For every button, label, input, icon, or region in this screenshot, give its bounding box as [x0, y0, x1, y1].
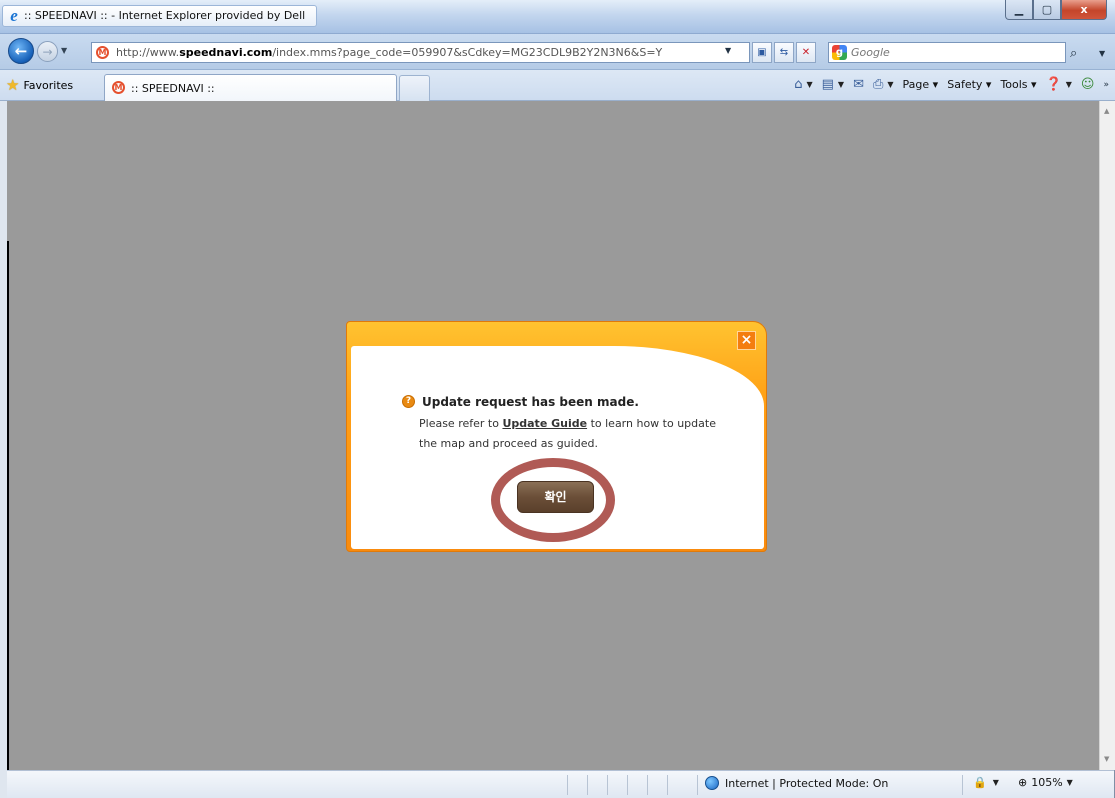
google-icon: g	[832, 45, 847, 60]
search-options-dropdown-icon[interactable]: ▼	[1099, 49, 1105, 58]
feeds-icon[interactable]: ▤	[822, 77, 834, 92]
history-dropdown-icon[interactable]: ▼	[61, 46, 67, 55]
compatibility-view-button[interactable]: ▣	[752, 42, 772, 63]
search-placeholder[interactable]: Google	[851, 46, 890, 59]
favorites-button[interactable]: ★ Favorites	[6, 75, 73, 95]
status-divider	[697, 775, 698, 795]
home-dropdown-icon[interactable]: ▼	[806, 80, 812, 89]
zoom-icon: ⊕	[1018, 776, 1028, 789]
star-icon: ★	[6, 76, 20, 94]
new-tab-button[interactable]	[399, 75, 430, 101]
status-divider	[667, 775, 668, 795]
address-bar[interactable]: M http://www.speednavi.com/index.mms?pag…	[91, 42, 750, 63]
content-edge-line	[7, 241, 9, 770]
status-divider	[962, 775, 963, 795]
more-chevron-icon[interactable]: »	[1103, 80, 1109, 90]
tools-menu[interactable]: Tools ▾	[1000, 78, 1036, 91]
arrow-right-icon: →	[42, 44, 53, 59]
close-window-button[interactable]: x	[1061, 0, 1107, 20]
dialog-close-button[interactable]: ×	[737, 331, 756, 350]
help-dropdown-icon[interactable]: ▼	[1066, 80, 1072, 89]
url-text[interactable]: http://www.speednavi.com/index.mms?page_…	[116, 46, 662, 59]
title-bar: e :: SPEEDNAVI :: - Internet Explorer pr…	[0, 0, 1115, 34]
update-guide-link[interactable]: Update Guide	[502, 417, 587, 430]
stop-button[interactable]: ✕	[796, 42, 816, 63]
globe-icon	[705, 776, 719, 790]
search-box[interactable]: g Google	[828, 42, 1066, 63]
address-dropdown-icon[interactable]: ▼	[725, 46, 731, 55]
scroll-up-icon[interactable]: ▲	[1104, 107, 1109, 115]
command-bar: ⌂ ▼ ▤ ▼ ✉ ⎙ ▼ Page ▾ Safety ▾ Tools ▾ ❓ ▼ ☺ …	[794, 77, 1109, 92]
window-title: :: SPEEDNAVI :: - Internet Explorer prov…	[24, 9, 306, 22]
stop-x-icon: ✕	[801, 47, 811, 58]
zone-text: Internet | Protected Mode: On	[725, 776, 889, 790]
safety-menu[interactable]: Safety ▾	[947, 78, 991, 91]
refresh-icon: ⇆	[779, 47, 789, 58]
scroll-down-icon[interactable]: ▼	[1104, 755, 1109, 763]
tab-title: :: SPEEDNAVI ::	[131, 82, 215, 95]
feeds-dropdown-icon[interactable]: ▼	[838, 80, 844, 89]
messenger-icon[interactable]: ☺	[1081, 77, 1095, 92]
favorites-label: Favorites	[23, 78, 74, 92]
print-icon[interactable]: ⎙	[873, 77, 883, 92]
status-divider	[647, 775, 648, 795]
status-bar	[7, 770, 1115, 798]
protected-dropdown-icon[interactable]: ▼	[993, 778, 999, 787]
compatibility-icon: ▣	[757, 47, 767, 58]
security-zone[interactable]: Internet | Protected Mode: On	[705, 776, 888, 790]
status-divider	[567, 775, 568, 795]
home-icon[interactable]: ⌂	[794, 77, 802, 92]
tab-speednavi[interactable]: M :: SPEEDNAVI ::	[104, 74, 397, 101]
protected-mode-button[interactable]: 🔒 ▼	[973, 776, 999, 789]
status-divider	[607, 775, 608, 795]
window-left-frame	[0, 101, 7, 798]
page-menu[interactable]: Page ▾	[903, 78, 939, 91]
maximize-button[interactable]: ▢	[1033, 0, 1061, 20]
minimize-button[interactable]: ▁	[1005, 0, 1033, 20]
dialog-heading: Update request has been made.	[422, 395, 639, 409]
search-magnifier-icon[interactable]: ⌕	[1070, 46, 1077, 61]
question-icon: ?	[402, 395, 415, 408]
navigation-bar: ← → ▼ M http://www.speednavi.com/index.m…	[0, 34, 1115, 70]
site-favicon-icon: M	[96, 46, 109, 59]
favorites-bar: ★ Favorites M :: SPEEDNAVI :: ⌂ ▼ ▤ ▼ ✉ ⎙ ▼…	[0, 70, 1115, 101]
tab-favicon-icon: M	[112, 81, 125, 94]
arrow-left-icon: ←	[14, 42, 28, 60]
status-divider	[627, 775, 628, 795]
zoom-control[interactable]: ⊕ 105% ▼	[1018, 776, 1073, 789]
zoom-level: 105%	[1031, 776, 1063, 789]
vertical-scrollbar[interactable]: ▲ ▼	[1099, 101, 1115, 770]
refresh-button[interactable]: ⇆	[774, 42, 794, 63]
zoom-dropdown-icon[interactable]: ▼	[1067, 778, 1073, 787]
dialog-message: Please refer to Update Guide to learn ho…	[419, 417, 716, 450]
internet-explorer-icon: e	[10, 6, 18, 25]
window-controls: ▁ ▢ x	[1005, 0, 1107, 20]
confirm-button[interactable]: 확인	[517, 481, 594, 513]
print-dropdown-icon[interactable]: ▼	[887, 80, 893, 89]
lock-icon: 🔒	[973, 776, 987, 789]
back-button[interactable]: ←	[8, 38, 34, 64]
status-divider	[587, 775, 588, 795]
forward-button[interactable]: →	[37, 41, 58, 62]
help-icon[interactable]: ❓	[1046, 77, 1062, 92]
mail-icon[interactable]: ✉	[853, 77, 864, 92]
